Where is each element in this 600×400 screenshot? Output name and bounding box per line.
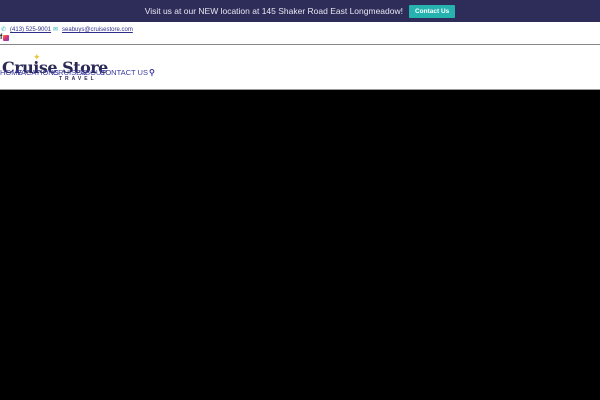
site-header: ✦ Cruise Store TRAVEL HOME VACATIONS CRU…: [0, 45, 600, 90]
announcement-banner: Visit us at our NEW location at 145 Shak…: [0, 0, 600, 22]
phone-icon: ✆: [1, 27, 7, 33]
banner-text: Visit us at our NEW location at 145 Shak…: [144, 6, 403, 16]
nav-contact-us[interactable]: CONTACT US: [100, 68, 148, 77]
main-nav: HOME VACATIONS CRUISES ABOUT CONTACT US …: [0, 68, 155, 77]
instagram-icon[interactable]: [3, 34, 10, 41]
email-link[interactable]: seabuys@cruisestore.com: [62, 27, 133, 33]
contact-us-button[interactable]: Contact Us: [408, 4, 456, 18]
hero-area: [0, 90, 600, 400]
search-icon[interactable]: ⚲: [149, 68, 155, 77]
facebook-icon[interactable]: f: [0, 34, 2, 41]
email-icon: ✉: [53, 27, 59, 33]
phone-link[interactable]: (413) 525-9001: [10, 27, 51, 33]
top-bar: ✆ (413) 525-9001 ✉ seabuys@cruisestore.com…: [0, 22, 600, 45]
logo[interactable]: ✦ Cruise Store TRAVEL: [2, 47, 108, 85]
